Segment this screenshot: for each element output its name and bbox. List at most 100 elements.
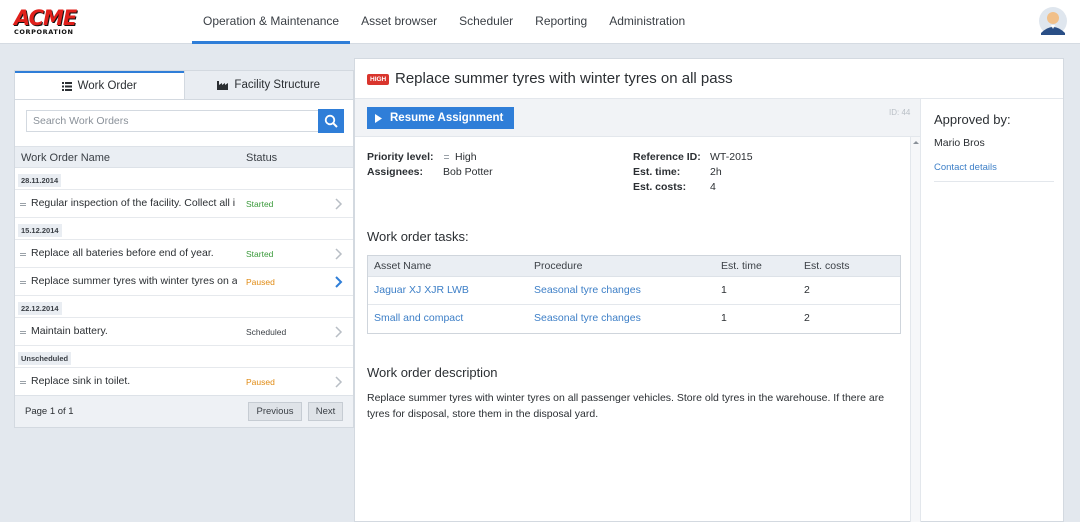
task-est-time: 1 — [721, 312, 727, 324]
procedure-link[interactable]: Seasonal tyre changes — [534, 284, 641, 296]
status-label: Scheduled — [246, 327, 287, 337]
column-header-status[interactable]: Status — [246, 152, 277, 164]
detail-header: HIGH Replace summer tyres with winter ty… — [355, 59, 1063, 99]
divider — [934, 181, 1054, 182]
task-est-costs: 2 — [804, 284, 810, 296]
group-date-label: Unscheduled — [18, 352, 72, 365]
column-header-name[interactable]: Work Order Name — [21, 152, 110, 164]
status-label: Paused — [246, 277, 275, 287]
chevron-right-icon — [335, 248, 343, 260]
column-header-est-costs: Est. costs — [804, 260, 850, 272]
work-order-row[interactable]: Replace sink in toilet. Paused — [15, 368, 353, 396]
logo-subtext: CORPORATION — [14, 28, 74, 36]
group-date-label: 22.12.2014 — [18, 302, 62, 315]
tab-facility-structure[interactable]: Facility Structure — [183, 71, 353, 99]
tasks-table: Asset Name Procedure Est. time Est. cost… — [367, 255, 901, 334]
table-row: Jaguar XJ XJR LWB Seasonal tyre changes … — [368, 277, 900, 305]
priority-value: High — [455, 151, 477, 163]
approval-sidebar: Approved by: Mario Bros Contact details — [922, 99, 1063, 522]
reference-id-value: WT-2015 — [710, 151, 753, 163]
priority-icon — [444, 155, 449, 159]
tab-facility-structure-label: Facility Structure — [234, 79, 321, 91]
group-header: 28.11.2014 — [15, 168, 353, 190]
acme-logo[interactable]: ACME CORPORATION — [14, 6, 77, 37]
user-avatar-icon[interactable] — [1039, 7, 1067, 35]
previous-button[interactable]: Previous — [248, 402, 302, 421]
tab-work-order-label: Work Order — [77, 80, 137, 92]
scroll-up-arrow-icon[interactable] — [913, 141, 919, 144]
scrollbar[interactable] — [910, 137, 920, 522]
est-time-value: 2h — [710, 166, 722, 178]
asset-link[interactable]: Jaguar XJ XJR LWB — [374, 284, 469, 296]
contact-details-link[interactable]: Contact details — [934, 162, 997, 173]
factory-icon — [217, 80, 229, 90]
description-heading: Work order description — [367, 365, 498, 380]
group-header: 22.12.2014 — [15, 296, 353, 318]
search-input[interactable] — [26, 110, 320, 132]
task-est-costs: 2 — [804, 312, 810, 324]
chevron-right-icon — [335, 276, 343, 288]
nav-administration[interactable]: Administration — [598, 0, 696, 44]
work-order-row[interactable]: Regular inspection of the facility. Coll… — [15, 190, 353, 218]
drag-handle-icon[interactable] — [20, 203, 26, 206]
table-row: Small and compact Seasonal tyre changes … — [368, 305, 900, 333]
priority-info: Priority level: High Assignees: Bob Pott… — [367, 151, 627, 191]
nav-reporting[interactable]: Reporting — [524, 0, 598, 44]
next-button[interactable]: Next — [308, 402, 343, 421]
description-text: Replace summer tyres with winter tyres o… — [367, 392, 885, 420]
detail-content: Resume Assignment ID: 44 Priority level:… — [355, 99, 921, 522]
est-costs-value: 4 — [710, 181, 716, 193]
group-date-label: 28.11.2014 — [18, 174, 62, 187]
status-label: Paused — [246, 377, 275, 387]
list-icon — [61, 81, 72, 91]
procedure-link[interactable]: Seasonal tyre changes — [534, 312, 641, 324]
column-header-est-time: Est. time — [721, 260, 762, 272]
work-order-name: Regular inspection of the facility. Coll… — [31, 197, 236, 209]
tab-work-order[interactable]: Work Order — [15, 71, 184, 99]
action-bar: Resume Assignment ID: 44 — [355, 99, 920, 137]
work-order-row-selected[interactable]: Replace summer tyres with winter tyres o… — [15, 268, 353, 296]
drag-handle-icon[interactable] — [20, 281, 26, 284]
task-est-time: 1 — [721, 284, 727, 296]
status-label: Started — [246, 249, 274, 259]
est-time-label: Est. time: — [633, 166, 681, 178]
resume-assignment-label: Resume Assignment — [390, 112, 504, 124]
priority-badge: HIGH — [367, 74, 390, 85]
drag-handle-icon[interactable] — [20, 331, 26, 334]
nav-scheduler[interactable]: Scheduler — [448, 0, 524, 44]
nav-asset-browser[interactable]: Asset browser — [350, 0, 448, 44]
top-bar: ACME CORPORATION Operation & Maintenance… — [0, 0, 1080, 44]
work-order-detail-panel: HIGH Replace summer tyres with winter ty… — [354, 58, 1064, 522]
search-row — [15, 100, 353, 146]
tasks-heading: Work order tasks: — [367, 229, 469, 244]
work-order-name: Replace summer tyres with winter tyres o… — [31, 275, 237, 287]
search-icon — [324, 114, 338, 128]
status-label: Started — [246, 199, 274, 209]
play-icon — [375, 113, 382, 123]
work-order-id: ID: 44 — [889, 108, 911, 117]
left-tabs: Work Order Facility Structure — [15, 71, 353, 100]
page-info: Page 1 of 1 — [25, 406, 74, 417]
tasks-table-header: Asset Name Procedure Est. time Est. cost… — [368, 256, 900, 277]
nav-operation-maintenance[interactable]: Operation & Maintenance — [192, 0, 351, 44]
asset-link[interactable]: Small and compact — [374, 312, 463, 324]
estimate-info: Reference ID: WT-2015 Est. time: 2h Est.… — [633, 151, 833, 197]
approver-name: Mario Bros — [934, 137, 985, 149]
logo-text: ACME — [14, 6, 77, 30]
assignees-value: Bob Potter — [443, 166, 493, 178]
approved-by-heading: Approved by: — [934, 112, 1011, 127]
chevron-right-icon — [335, 198, 343, 210]
work-order-list-panel: Work Order Facility Structure Work Order… — [14, 70, 354, 428]
drag-handle-icon[interactable] — [20, 253, 26, 256]
pager: Page 1 of 1 Previous Next — [15, 395, 353, 427]
drag-handle-icon[interactable] — [20, 381, 26, 384]
est-costs-label: Est. costs: — [633, 181, 687, 193]
work-order-name: Replace all bateries before end of year. — [31, 247, 214, 259]
resume-assignment-button[interactable]: Resume Assignment — [367, 107, 514, 129]
column-header-procedure: Procedure — [534, 260, 583, 272]
work-order-name: Maintain battery. — [31, 325, 108, 337]
work-order-row[interactable]: Maintain battery. Scheduled — [15, 318, 353, 346]
work-order-row[interactable]: Replace all bateries before end of year.… — [15, 240, 353, 268]
search-button[interactable] — [318, 109, 344, 133]
assignees-label: Assignees: — [367, 166, 424, 178]
